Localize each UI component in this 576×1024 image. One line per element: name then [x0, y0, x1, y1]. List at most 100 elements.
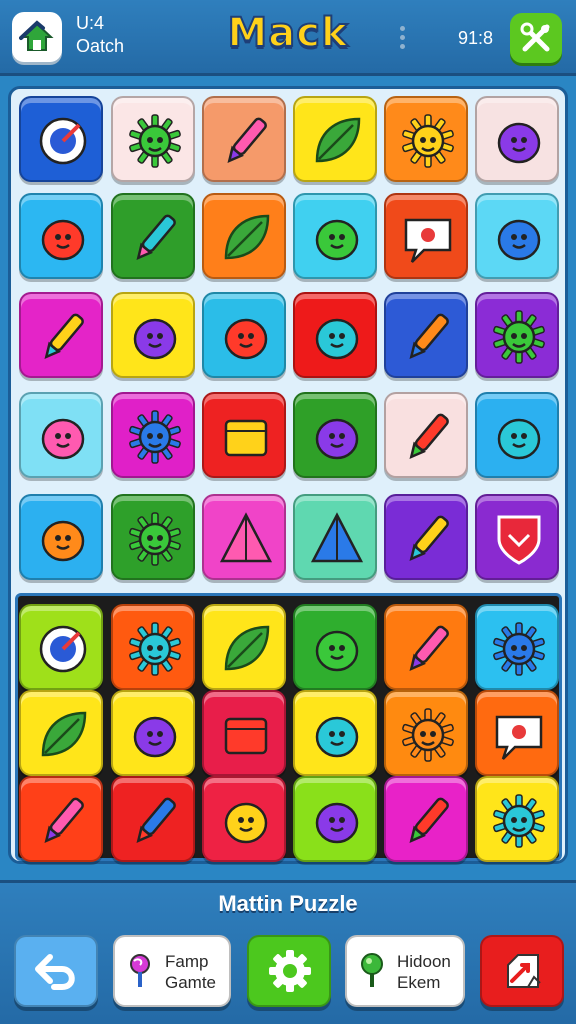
- tile-r8-c5[interactable]: [384, 776, 468, 862]
- broken-card-icon: [507, 954, 541, 988]
- tile-r5-c5[interactable]: [384, 494, 468, 580]
- blue-syringe-icon: [409, 797, 449, 844]
- crossed-tools-icon: [520, 22, 550, 52]
- lemon-icon: [224, 802, 268, 844]
- tile-r4-c5[interactable]: [384, 392, 468, 478]
- spiky-ball-icon: [129, 410, 181, 464]
- tile-r6-c3[interactable]: [202, 604, 286, 690]
- tile-r3-c1[interactable]: [19, 292, 103, 378]
- tile-r7-c3[interactable]: [202, 690, 286, 776]
- share-button[interactable]: [480, 935, 564, 1007]
- tile-r5-c3[interactable]: [202, 494, 286, 580]
- paintbrush-icon: [409, 625, 449, 672]
- tile-r4-c6[interactable]: [475, 392, 559, 478]
- undo-icon: [35, 954, 75, 990]
- tile-r3-c5[interactable]: [384, 292, 468, 378]
- tile-r1-c6[interactable]: [475, 96, 559, 182]
- family-game-label-line2: Gamte: [165, 973, 217, 992]
- crayon-icon: [136, 214, 176, 261]
- tile-r4-c2[interactable]: [111, 392, 195, 478]
- tile-r8-c3[interactable]: [202, 776, 286, 862]
- blue-splat-icon: [315, 630, 359, 672]
- eraser-icon: [133, 716, 177, 758]
- undo-button[interactable]: [14, 935, 98, 1007]
- triangle-icon: [310, 512, 364, 563]
- tile-r7-c1[interactable]: [19, 690, 103, 776]
- tile-r6-c4[interactable]: [293, 604, 377, 690]
- hidden-item-label: Hidoon Ekem: [397, 951, 463, 993]
- scissors-icon: [409, 515, 449, 562]
- tile-r2-c6[interactable]: [475, 193, 559, 279]
- tile-r6-c6[interactable]: [475, 604, 559, 690]
- tile-r4-c1[interactable]: [19, 392, 103, 478]
- tile-r8-c2[interactable]: [111, 776, 195, 862]
- blue-egg-icon: [315, 802, 359, 844]
- tile-r3-c4[interactable]: [293, 292, 377, 378]
- acorn-face-icon: [41, 520, 85, 562]
- chat-bubble-icon: [495, 715, 543, 760]
- green-leaf-icon: [41, 711, 87, 757]
- tile-r2-c3[interactable]: [202, 193, 286, 279]
- tile-r3-c2[interactable]: [111, 292, 195, 378]
- tile-r6-c5[interactable]: [384, 604, 468, 690]
- tile-r6-c2[interactable]: [111, 604, 195, 690]
- pink-creature-icon: [315, 219, 359, 261]
- tile-r5-c2[interactable]: [111, 494, 195, 580]
- tile-r1-c3[interactable]: [202, 96, 286, 182]
- sun-face-icon: [129, 622, 181, 676]
- tile-r1-c1[interactable]: [19, 96, 103, 182]
- tile-r5-c1[interactable]: [19, 494, 103, 580]
- tile-r7-c5[interactable]: [384, 690, 468, 776]
- tile-r2-c5[interactable]: [384, 193, 468, 279]
- hidden-item-button[interactable]: Hidoon Ekem: [345, 935, 465, 1007]
- tile-r7-c2[interactable]: [111, 690, 195, 776]
- red-box-icon: [224, 419, 268, 457]
- bottom-bar: Mattin Puzzle Famp Gamte Hidoon Ekem: [0, 880, 576, 1024]
- gear-flower-icon: [129, 512, 181, 566]
- tile-r2-c2[interactable]: [111, 193, 195, 279]
- tile-r5-c4[interactable]: [293, 494, 377, 580]
- tile-r1-c4[interactable]: [293, 96, 377, 182]
- family-game-button[interactable]: Famp Gamte: [113, 935, 231, 1007]
- target-icon: [39, 117, 87, 165]
- blue-bottle-icon: [136, 797, 176, 844]
- leaf-icon: [315, 117, 361, 163]
- fox-icon: [497, 122, 541, 164]
- tile-r8-c4[interactable]: [293, 776, 377, 862]
- sprig-icon: [224, 214, 270, 260]
- tile-r1-c2[interactable]: [111, 96, 195, 182]
- pencil-icon: [227, 117, 267, 164]
- tile-r3-c6[interactable]: [475, 292, 559, 378]
- gear-icon: [269, 950, 311, 992]
- red-spiky-icon: [493, 622, 545, 676]
- tile-r6-c1[interactable]: [19, 604, 103, 690]
- carrot-icon: [44, 797, 84, 844]
- tile-r4-c4[interactable]: [293, 392, 377, 478]
- tile-r3-c3[interactable]: [202, 292, 286, 378]
- tile-r2-c1[interactable]: [19, 193, 103, 279]
- tile-r5-c6[interactable]: [475, 494, 559, 580]
- shield-icon: [497, 515, 541, 565]
- crossed-sticks-icon: [409, 313, 449, 360]
- tools-button[interactable]: [510, 13, 562, 63]
- tile-r4-c3[interactable]: [202, 392, 286, 478]
- compass-icon: [39, 625, 87, 673]
- tile-r7-c6[interactable]: [475, 690, 559, 776]
- blue-creature-icon: [497, 219, 541, 261]
- family-game-label-line1: Famp: [165, 952, 209, 971]
- flower-icon: [129, 114, 181, 168]
- sun-face-icon: [402, 708, 454, 762]
- tile-r8-c1[interactable]: [19, 776, 103, 862]
- settings-button[interactable]: [247, 935, 331, 1007]
- tile-r2-c4[interactable]: [293, 193, 377, 279]
- picture-card-icon: [224, 717, 268, 755]
- menu-dots-icon[interactable]: [400, 26, 406, 53]
- tile-r8-c6[interactable]: [475, 776, 559, 862]
- cherry-sprout-icon: [315, 418, 359, 460]
- leaf-icon: [224, 625, 270, 671]
- tile-r1-c5[interactable]: [384, 96, 468, 182]
- tile-r7-c4[interactable]: [293, 690, 377, 776]
- puzzle-title: Mattin Puzzle: [218, 891, 358, 916]
- carrot-icon: [44, 313, 84, 360]
- orange-monster-icon: [315, 318, 359, 360]
